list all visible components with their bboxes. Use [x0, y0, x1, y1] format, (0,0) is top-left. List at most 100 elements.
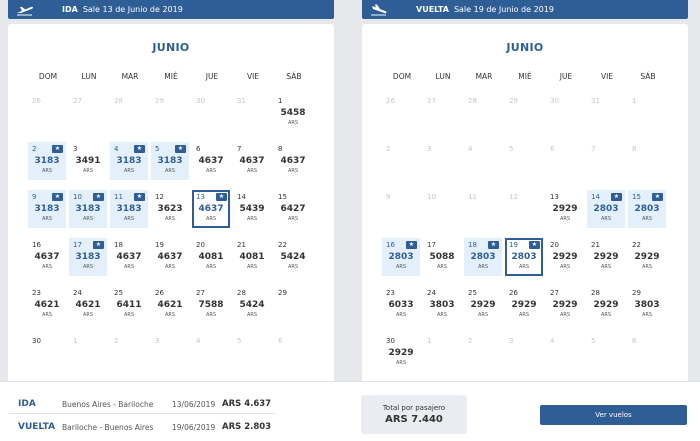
day-number: 12 [509, 193, 518, 201]
currency-label: ARS [287, 168, 299, 174]
calendar-day[interactable]: 22 2929 ARS [628, 238, 666, 276]
vuelta-label: VUELTA [416, 5, 449, 14]
day-number: 30 [386, 337, 395, 345]
calendar-day[interactable]: 7 4637 ARS [233, 142, 271, 180]
calendar-day[interactable]: 14 ★ 2803 ARS [587, 190, 625, 228]
calendar-day[interactable]: 27 7588 ARS [192, 286, 230, 324]
calendar-day[interactable]: 23 6033 ARS [382, 286, 420, 324]
calendar-day[interactable]: 28 5424 ARS [233, 286, 271, 324]
calendar-day[interactable]: 20 2929 ARS [546, 238, 584, 276]
calendar-day[interactable]: 10 ★ 3183 ARS [69, 190, 107, 228]
day-number: 23 [32, 289, 41, 297]
calendar-day[interactable]: 25 2929 ARS [464, 286, 502, 324]
calendar-day[interactable]: 11 ★ 3183 ARS [110, 190, 148, 228]
day-price: 5424 [239, 300, 265, 310]
day-price: 3803 [634, 300, 660, 310]
calendar-day: 27 [69, 94, 107, 132]
day-number: 23 [386, 289, 395, 297]
calendar-day[interactable]: 6 4637 ARS [192, 142, 230, 180]
day-price: 4637 [280, 156, 306, 166]
day-price: 6033 [388, 300, 414, 310]
calendar-day[interactable]: 14 5439 ARS [233, 190, 271, 228]
calendar-day[interactable]: 28 2929 ARS [587, 286, 625, 324]
day-price: 4637 [239, 156, 265, 166]
calendar-day[interactable]: 24 4621 ARS [69, 286, 107, 324]
day-number: 20 [550, 241, 559, 249]
calendar-day[interactable]: 22 5424 ARS [274, 238, 312, 276]
calendar-day[interactable]: 24 3803 ARS [423, 286, 461, 324]
weekday-label: SÁB [286, 72, 302, 81]
calendar-day[interactable]: 27 2929 ARS [546, 286, 584, 324]
calendar-day[interactable]: 9 ★ 3183 ARS [28, 190, 66, 228]
calendar-day[interactable]: 3 3491 ARS [69, 142, 107, 180]
calendar-day[interactable]: 4 ★ 3183 ARS [110, 142, 148, 180]
calendar-day[interactable]: 8 4637 ARS [274, 142, 312, 180]
currency-label: ARS [395, 360, 407, 366]
day-number: 28 [237, 289, 246, 297]
ticket-icon: ★ [406, 241, 417, 249]
day-number: 5 [591, 337, 596, 345]
calendar-day[interactable]: 21 2929 ARS [587, 238, 625, 276]
ticket-icon: ★ [134, 193, 145, 201]
weekday-label: DOM [392, 72, 412, 81]
calendar-day[interactable]: 1 5458 ARS [274, 94, 312, 132]
currency-label: ARS [641, 264, 653, 270]
weekday-label: LUN [81, 72, 97, 81]
weekday-label: MAR [121, 72, 139, 81]
calendar-day[interactable]: 26 4621 ARS [151, 286, 189, 324]
day-number: 15 [632, 193, 641, 201]
day-number: 2 [386, 145, 391, 153]
ticket-icon: ★ [652, 193, 663, 201]
currency-label: ARS [205, 264, 217, 270]
calendar-day[interactable]: 18 4637 ARS [110, 238, 148, 276]
day-price: 4637 [34, 252, 60, 262]
summary-route: Bariloche - Buenos Aires [62, 423, 154, 432]
calendar-day[interactable]: 16 4637 ARS [28, 238, 66, 276]
calendar-day[interactable]: 20 4081 ARS [192, 238, 230, 276]
day-price: 4621 [34, 300, 60, 310]
calendar-day[interactable]: 15 6427 ARS [274, 190, 312, 228]
calendar-day-selected[interactable]: 19 ★ 2803 ARS [505, 238, 543, 276]
day-price: 3183 [75, 252, 101, 262]
calendar-day[interactable]: 19 4637 ARS [151, 238, 189, 276]
currency-label: ARS [559, 216, 571, 222]
day-number: 31 [591, 97, 600, 105]
calendar-day[interactable]: 29 3803 ARS [628, 286, 666, 324]
calendar-day: 4 [192, 334, 230, 372]
calendar-day: 28 [110, 94, 148, 132]
total-label: Total por pasajero [382, 404, 446, 412]
calendar-day[interactable]: 18 ★ 2803 ARS [464, 238, 502, 276]
calendar-day[interactable]: 2 ★ 3183 ARS [28, 142, 66, 180]
calendar-day-selected[interactable]: 13 ★ 4637 ARS [192, 190, 230, 228]
calendar-day[interactable]: 23 4621 ARS [28, 286, 66, 324]
calendar-day: 30 [192, 94, 230, 132]
day-price: 4081 [198, 252, 224, 262]
calendar-day[interactable]: 17 ★ 3183 ARS [69, 238, 107, 276]
calendar-day[interactable]: 13 2929 ARS [546, 190, 584, 228]
ver-vuelos-button[interactable]: Ver vuelos [540, 405, 687, 425]
calendar-day[interactable]: 30 2929 ARS [382, 334, 420, 372]
day-number: 1 [427, 337, 432, 345]
calendar-day[interactable]: 25 6411 ARS [110, 286, 148, 324]
day-number: 6 [196, 145, 201, 153]
calendar-day[interactable]: 21 4081 ARS [233, 238, 271, 276]
calendar-day[interactable]: 5 ★ 3183 ARS [151, 142, 189, 180]
calendar-day[interactable]: 17 5088 ARS [423, 238, 461, 276]
calendar-day: 28 [464, 94, 502, 132]
currency-label: ARS [82, 264, 94, 270]
day-number: 6 [632, 337, 637, 345]
summary-price: ARS 4.637 [222, 399, 272, 409]
currency-label: ARS [559, 312, 571, 318]
currency-label: ARS [246, 216, 258, 222]
ticket-icon: ★ [529, 241, 540, 249]
calendar-day[interactable]: 16 ★ 2803 ARS [382, 238, 420, 276]
day-number: 18 [468, 241, 477, 249]
calendar-day[interactable]: 26 2929 ARS [505, 286, 543, 324]
calendar-day[interactable]: 15 ★ 2803 ARS [628, 190, 666, 228]
calendar-day: 7 [587, 142, 625, 180]
calendar-day: 12 [505, 190, 543, 228]
day-number: 30 [32, 337, 41, 345]
calendar-day[interactable]: 12 3623 ARS [151, 190, 189, 228]
weekday-label: JUE [559, 72, 573, 81]
day-price: 2929 [511, 300, 537, 310]
